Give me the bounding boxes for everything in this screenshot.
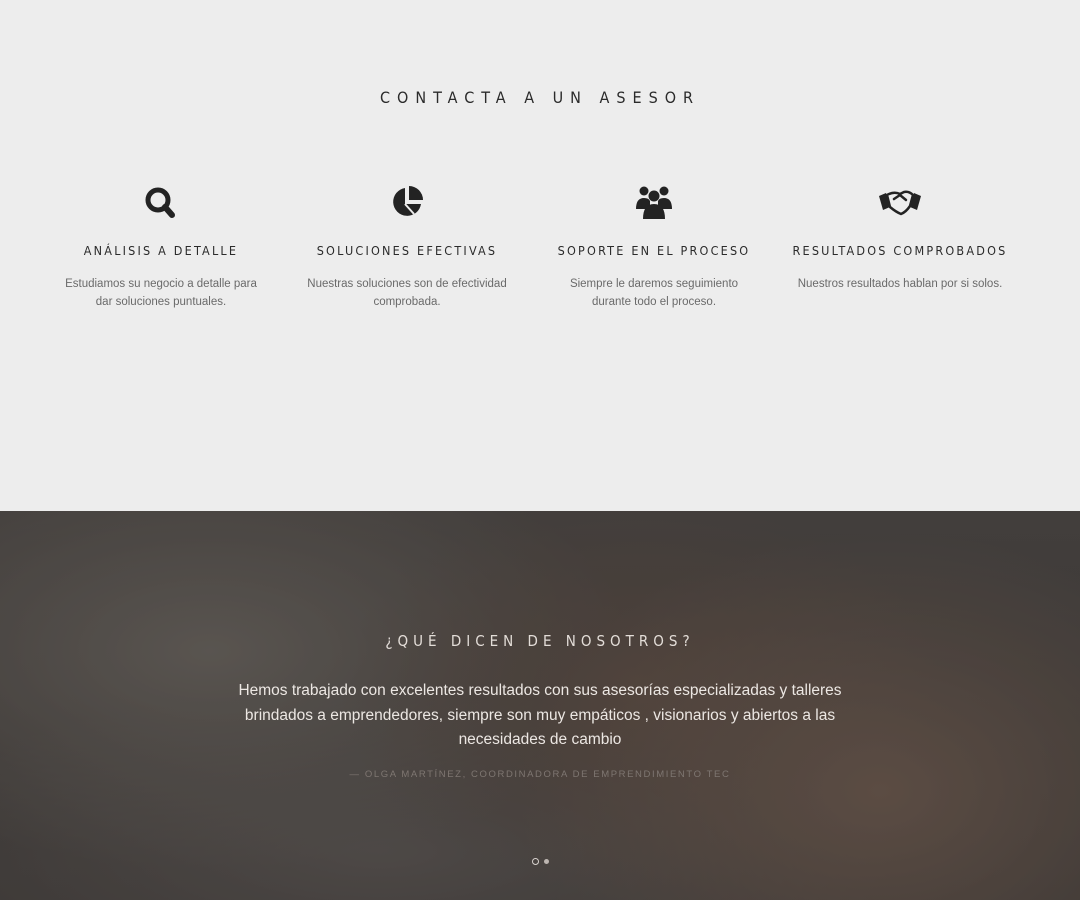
testimonial-section: ¿QUÉ DICEN DE NOSOTROS? Hemos trabajado … bbox=[0, 511, 1080, 900]
feature-title: SOLUCIONES EFECTIVAS bbox=[316, 243, 498, 258]
slider-dot-2[interactable] bbox=[543, 859, 549, 864]
feature-description: Siempre le daremos seguimiento durante t… bbox=[569, 278, 739, 308]
testimonial-quote: Hemos trabajado con excelentes resultado… bbox=[238, 682, 842, 748]
feature-description: Nuestras soluciones son de efectividad c… bbox=[307, 278, 507, 308]
feature-solutions: SOLUCIONES EFECTIVAS Nuestras soluciones… bbox=[287, 183, 527, 311]
feature-results: RESULTADOS COMPROBADOS Nuestros resultad… bbox=[780, 183, 1020, 293]
testimonial-title: ¿QUÉ DICEN DE NOSOTROS? bbox=[385, 632, 695, 650]
feature-support: SOPORTE EN EL PROCESO Siempre le daremos… bbox=[534, 183, 774, 311]
testimonial-author: — OLGA MARTÍNEZ, COORDINADORA DE EMPREND… bbox=[349, 769, 731, 780]
feature-description: Nuestros resultados hablan por si solos. bbox=[797, 278, 1003, 290]
pie-chart-icon bbox=[383, 183, 431, 223]
handshake-icon bbox=[876, 183, 924, 223]
section-title: CONTACTA A UN ASESOR bbox=[379, 88, 701, 107]
feature-description: Estudiamos su negocio a detalle para dar… bbox=[65, 278, 257, 308]
magnifier-icon bbox=[137, 183, 185, 223]
users-icon bbox=[630, 183, 678, 223]
slider-dot-1[interactable] bbox=[531, 858, 539, 865]
contact-section: CONTACTA A UN ASESOR ANÁLISIS A DETALLE … bbox=[0, 0, 1080, 511]
feature-title: RESULTADOS COMPROBADOS bbox=[792, 243, 1008, 258]
feature-analysis: ANÁLISIS A DETALLE Estudiamos su negocio… bbox=[41, 183, 281, 311]
feature-title: SOPORTE EN EL PROCESO bbox=[557, 243, 751, 258]
slider-pagination bbox=[0, 858, 1080, 865]
feature-title: ANÁLISIS A DETALLE bbox=[83, 243, 239, 258]
